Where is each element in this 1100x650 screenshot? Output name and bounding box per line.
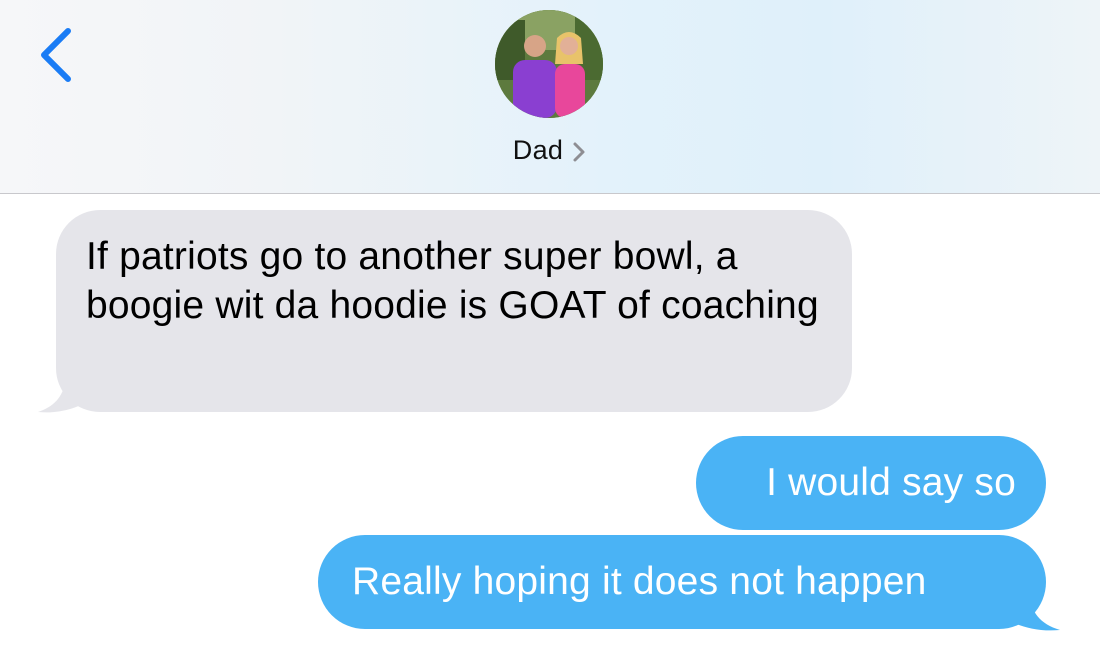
contact-details-button[interactable]: Dad (0, 132, 1100, 168)
message-text: I would say so (766, 461, 1016, 504)
contact-name: Dad (512, 134, 564, 165)
message-text: If patriots go to another super bowl, a … (86, 235, 819, 327)
incoming-message-bubble[interactable]: If patriots go to another super bowl, a … (56, 210, 852, 412)
contact-photo (495, 10, 603, 118)
conversation-header: Dad (0, 0, 1100, 194)
message-text: Really hoping it does not happen (352, 560, 927, 603)
outgoing-message-bubble[interactable]: Really hoping it does not happen (318, 535, 1046, 629)
back-button[interactable] (26, 22, 86, 88)
outgoing-message-bubble[interactable]: I would say so (696, 436, 1046, 530)
chevron-left-icon (41, 28, 71, 82)
avatar[interactable] (495, 10, 603, 118)
chevron-right-icon (573, 142, 585, 162)
